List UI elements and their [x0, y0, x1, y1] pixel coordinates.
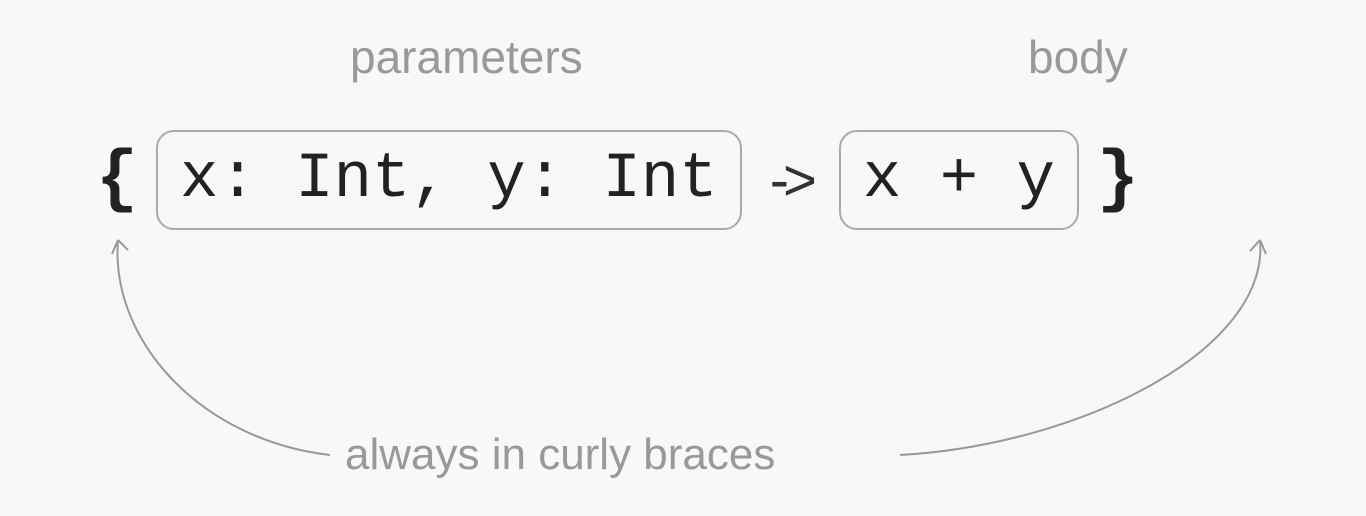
close-brace: } [1089, 141, 1147, 220]
open-brace: { [88, 141, 146, 220]
braces-caption: always in curly braces [345, 430, 775, 480]
parameters-label: parameters [350, 30, 583, 84]
parameters-box: x: Int, y: Int [156, 130, 742, 230]
lambda-expression: { x: Int, y: Int -> x + y } [88, 130, 1278, 230]
body-label: body [1028, 30, 1128, 84]
body-box: x + y [839, 130, 1079, 230]
arrow-separator: -> [752, 147, 829, 214]
